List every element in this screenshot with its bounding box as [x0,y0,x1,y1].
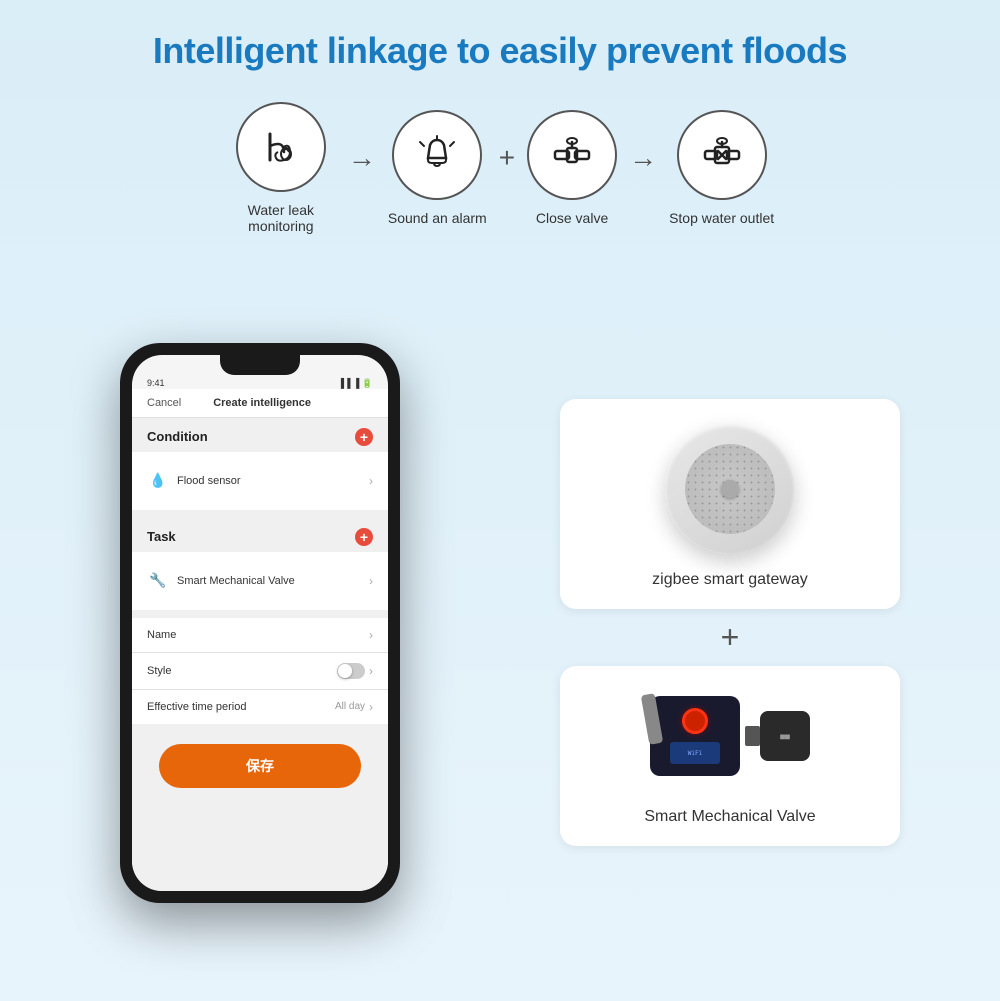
alarm-circle [392,110,482,200]
phone-save-btn[interactable]: 保存 [159,744,361,788]
phone-cancel[interactable]: Cancel [147,397,181,409]
phone-time-label: Effective time period [147,701,246,713]
phone-condition-card: 💧 Flood sensor › [132,452,388,510]
valve-power-btn [682,708,708,734]
water-leak-circle [236,102,326,192]
phone-task-card: 🔧 Smart Mechanical Valve › [132,552,388,610]
phone-style-row[interactable]: Style › [132,653,388,689]
gateway-center [721,480,739,498]
phone-condition-add[interactable]: + [355,428,373,446]
page-container: Intelligent linkage to easily prevent fl… [0,0,1000,1001]
flow-arrow-2: → [629,142,657,174]
stop-valve-circle [677,110,767,200]
phone-title: Create intelligence [213,397,311,409]
flow-item-stop-water: Stop water outlet [669,110,774,226]
separator-1 [132,510,388,518]
flood-chevron: › [369,474,373,488]
valve-image: WiFi ■■ [640,686,820,796]
phone-name-label: Name [147,629,176,641]
phone-valve-left: 🔧 Smart Mechanical Valve [147,570,295,592]
phone-task-title: Task [147,529,176,544]
phone-content: Condition + 💧 Flood sensor › [132,418,388,891]
separator-2 [132,610,388,618]
flow-item-water-leak: Water leak monitoring [226,102,336,234]
valve-pipe [745,726,760,746]
phone-time-value: All day [335,701,365,712]
gateway-image [660,419,800,559]
flow-plus: + [499,142,515,174]
main-title: Intelligent linkage to easily prevent fl… [153,30,847,72]
valve-task-icon: 🔧 [147,570,169,592]
phone-task-header: Task + [132,518,388,552]
phone-name-row[interactable]: Name › [132,618,388,652]
valve-connector: ■■ [760,711,810,761]
flow-diagram: Water leak monitoring → Sound an alarm + [40,102,960,234]
phone-time-row[interactable]: Effective time period All day › [132,690,388,724]
phone-style-toggle[interactable] [337,663,365,679]
phone-task-add[interactable]: + [355,528,373,546]
flood-icon: 💧 [147,470,169,492]
plus-divider: + [721,619,740,656]
gateway-speaker-dots [685,444,775,534]
phone-style-label: Style [147,665,171,677]
phone-status-bar: 9:41 ▐▐ ▐ 🔋 [132,375,388,389]
flow-label-4: Stop water outlet [669,210,774,226]
flow-item-alarm: Sound an alarm [388,110,487,226]
flow-arrow-1: → [348,142,376,174]
valve-product-label: Smart Mechanical Valve [644,808,815,826]
valve-display: WiFi [670,742,720,764]
phone-flood-label: Flood sensor [177,475,241,487]
phone-flood-left: 💧 Flood sensor [147,470,241,492]
gateway-body [665,424,795,554]
phone-flood-row[interactable]: 💧 Flood sensor › [147,462,373,500]
flow-item-close-valve: Close valve [527,110,617,226]
phone-notch [220,355,300,375]
flow-label-1: Water leak monitoring [226,202,336,234]
valve-card: WiFi ■■ Smart Mechanical Valve [560,666,900,846]
valve-circle [527,110,617,200]
phone-nav: Cancel Create intelligence [132,389,388,418]
phone-status-icons: ▐▐ ▐ 🔋 [338,378,373,389]
phone-screen: 9:41 ▐▐ ▐ 🔋 Cancel Create intelligence C… [132,355,388,891]
flow-label-3: Close valve [536,210,608,226]
gateway-label: zigbee smart gateway [652,571,808,589]
phone-condition-header: Condition + [132,418,388,452]
gateway-card: zigbee smart gateway [560,399,900,609]
flow-label-2: Sound an alarm [388,210,487,226]
name-chevron: › [369,628,373,642]
phone-container: 9:41 ▐▐ ▐ 🔋 Cancel Create intelligence C… [40,264,480,981]
bottom-section: 9:41 ▐▐ ▐ 🔋 Cancel Create intelligence C… [40,264,960,981]
phone-mockup: 9:41 ▐▐ ▐ 🔋 Cancel Create intelligence C… [120,343,400,903]
valve-chevron: › [369,574,373,588]
phone-valve-row[interactable]: 🔧 Smart Mechanical Valve › [147,562,373,600]
products-container: zigbee smart gateway + WiFi [500,264,960,981]
phone-condition-title: Condition [147,429,208,444]
phone-valve-label: Smart Mechanical Valve [177,575,295,587]
phone-time: 9:41 [147,378,165,389]
